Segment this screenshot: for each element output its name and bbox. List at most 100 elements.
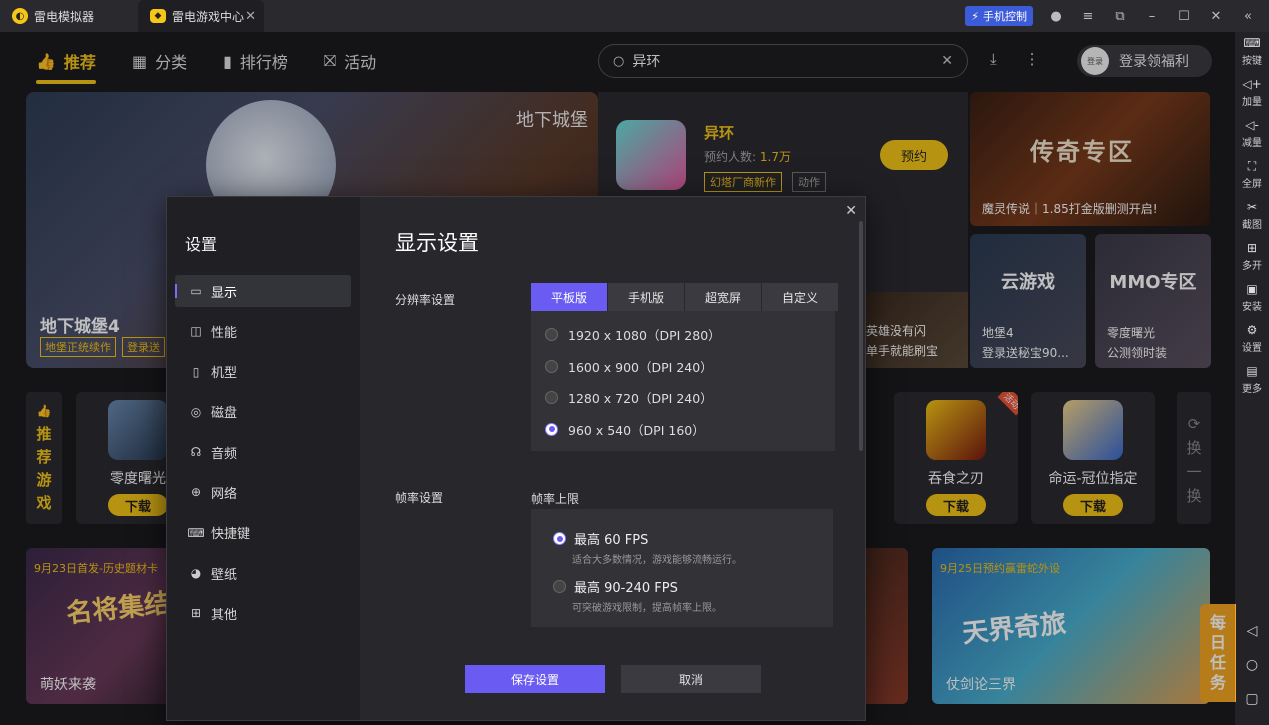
radio-button[interactable] bbox=[553, 580, 566, 593]
audio-icon: ☊ bbox=[190, 445, 202, 460]
scissors-icon: ✂ bbox=[1246, 200, 1258, 214]
page-title: 显示设置 bbox=[395, 231, 479, 255]
menu-item-performance[interactable]: ◫ 性能 bbox=[175, 315, 351, 347]
toolbar-label: 安装 bbox=[1242, 302, 1262, 313]
toolbar-volume-up[interactable]: ◁+ 加量 bbox=[1242, 77, 1262, 108]
settings-sidebar: 设置 ▭ 显示 ◫ 性能 ▯ 机型 ◎ 磁盘 ☊ 音频 ⊕ 网络 ⌨ 快捷键 ◕ 壁纸 ⊞ 其他 bbox=[167, 197, 360, 720]
close-icon[interactable]: ✕ bbox=[845, 203, 857, 219]
tab-emulator-label: 雷电模拟器 bbox=[34, 9, 95, 24]
tab-tablet[interactable]: 平板版 bbox=[531, 283, 607, 311]
tab-phone[interactable]: 手机版 bbox=[608, 283, 684, 311]
radio-button[interactable] bbox=[545, 391, 558, 405]
menu-item-shortcuts[interactable]: ⌨ 快捷键 bbox=[175, 517, 351, 549]
menu-label: 磁盘 bbox=[211, 406, 238, 422]
menu-item-audio[interactable]: ☊ 音频 bbox=[175, 436, 351, 468]
more-icon: ▤ bbox=[1246, 364, 1258, 378]
tab-game-center[interactable]: ◆ 雷电游戏中心 ✕ bbox=[138, 0, 264, 32]
radio-button-selected[interactable] bbox=[553, 532, 566, 545]
toolbar-volume-down[interactable]: ◁- 减量 bbox=[1242, 118, 1262, 149]
minimize-icon[interactable]: – bbox=[1143, 9, 1161, 24]
menu-item-network[interactable]: ⊕ 网络 bbox=[175, 476, 351, 508]
tab-emulator[interactable]: ◐ 雷电模拟器 bbox=[0, 0, 138, 32]
resolution-option[interactable]: 1920 x 1080（DPI 280） bbox=[531, 319, 835, 351]
toolbar-label: 更多 bbox=[1242, 384, 1262, 395]
recents-icon[interactable]: ▢ bbox=[1245, 691, 1258, 707]
window-controls: ⚡ 手机控制 ● ≡ ⧉ – ☐ ✕ « bbox=[965, 0, 1269, 32]
maximize-icon[interactable]: ☐ bbox=[1175, 9, 1193, 24]
radio-button[interactable] bbox=[545, 359, 558, 373]
toolbar-multi[interactable]: ⊞ 多开 bbox=[1242, 241, 1262, 272]
disk-icon: ◎ bbox=[190, 404, 202, 419]
dialog-scrollbar[interactable] bbox=[859, 221, 863, 451]
keyboard-icon: ⌨ bbox=[187, 525, 205, 540]
resolution-option[interactable]: 1600 x 900（DPI 240） bbox=[531, 351, 835, 383]
user-icon[interactable]: ● bbox=[1047, 9, 1065, 24]
menu-item-display[interactable]: ▭ 显示 bbox=[175, 275, 351, 307]
menu-item-model[interactable]: ▯ 机型 bbox=[175, 356, 351, 388]
volume-up-icon: ◁+ bbox=[1242, 77, 1262, 91]
home-icon[interactable]: ○ bbox=[1246, 657, 1258, 673]
menu-label: 机型 bbox=[211, 366, 238, 382]
fps-option[interactable]: 最高 90-240 FPS bbox=[553, 577, 678, 596]
restore-window-icon[interactable]: ⧉ bbox=[1111, 9, 1129, 24]
menu-label: 显示 bbox=[211, 285, 238, 301]
gear-icon: ⚙ bbox=[1246, 323, 1258, 337]
menu-label: 性能 bbox=[211, 325, 238, 341]
palette-icon: ◕ bbox=[190, 566, 202, 581]
tab-ultrawide[interactable]: 超宽屏 bbox=[685, 283, 761, 311]
tab-close-icon[interactable]: ✕ bbox=[245, 9, 256, 24]
menu-item-disk[interactable]: ◎ 磁盘 bbox=[175, 396, 351, 428]
toolbar-label: 按键 bbox=[1242, 56, 1262, 67]
keyboard-icon: ⌨ bbox=[1243, 36, 1261, 50]
menu-label: 壁纸 bbox=[211, 567, 238, 583]
toolbar-screenshot[interactable]: ✂ 截图 bbox=[1242, 200, 1262, 231]
settings-menu: ▭ 显示 ◫ 性能 ▯ 机型 ◎ 磁盘 ☊ 音频 ⊕ 网络 ⌨ 快捷键 ◕ 壁纸 ⊞ 其他 bbox=[175, 275, 351, 638]
toolbar-label: 减量 bbox=[1242, 138, 1262, 149]
fps-limit-label: 帧率上限 bbox=[531, 492, 580, 506]
back-icon[interactable]: ◁ bbox=[1247, 623, 1258, 639]
close-window-icon[interactable]: ✕ bbox=[1207, 9, 1225, 24]
toolbar-install[interactable]: ▣ 安装 bbox=[1242, 282, 1262, 313]
toolbar-settings[interactable]: ⚙ 设置 bbox=[1242, 323, 1262, 354]
gamepad-icon: ◆ bbox=[150, 9, 166, 23]
toolbar-label: 截图 bbox=[1242, 220, 1262, 231]
resolution-tabs: 平板版 手机版 超宽屏 自定义 bbox=[531, 283, 839, 311]
fps-option[interactable]: 最高 60 FPS bbox=[553, 529, 648, 548]
menu-item-other[interactable]: ⊞ 其他 bbox=[175, 597, 351, 629]
fps-text: 最高 90-240 FPS bbox=[574, 581, 678, 596]
tab-custom[interactable]: 自定义 bbox=[762, 283, 838, 311]
resolution-option[interactable]: 960 x 540（DPI 160） bbox=[531, 414, 835, 446]
volume-down-icon: ◁- bbox=[1245, 118, 1259, 132]
menu-item-wallpaper[interactable]: ◕ 壁纸 bbox=[175, 557, 351, 589]
toolbar-label: 加量 bbox=[1242, 97, 1262, 108]
fps-options: 最高 60 FPS 适合大多数情况，游戏能够流畅运行。 最高 90-240 FP… bbox=[531, 509, 833, 627]
menu-label: 网络 bbox=[211, 486, 238, 502]
toolbar-label: 设置 bbox=[1242, 343, 1262, 354]
radio-button[interactable] bbox=[545, 328, 558, 342]
fps-description: 可突破游戏限制，提高帧率上限。 bbox=[572, 603, 722, 614]
menu-icon[interactable]: ≡ bbox=[1079, 9, 1097, 24]
fps-text: 最高 60 FPS bbox=[574, 533, 649, 548]
fps-section-label: 帧率设置 bbox=[395, 491, 444, 505]
phone-control-button[interactable]: ⚡ 手机控制 bbox=[965, 6, 1033, 26]
resolution-option[interactable]: 1280 x 720（DPI 240） bbox=[531, 382, 835, 414]
lightning-icon: ⚡ bbox=[971, 9, 979, 23]
toolbar-more[interactable]: ▤ 更多 bbox=[1242, 364, 1262, 395]
title-bar: ◐ 雷电模拟器 ◆ 雷电游戏中心 ✕ ⚡ 手机控制 ● ≡ ⧉ – ☐ ✕ « bbox=[0, 0, 1269, 32]
phone-control-label: 手机控制 bbox=[983, 10, 1027, 23]
radio-button-selected[interactable] bbox=[545, 422, 558, 436]
resolution-options: 1920 x 1080（DPI 280） 1600 x 900（DPI 240）… bbox=[531, 311, 835, 451]
resolution-text: 960 x 540（DPI 160） bbox=[568, 422, 705, 438]
tab-game-center-label: 雷电游戏中心 bbox=[172, 9, 245, 24]
multi-instance-icon: ⊞ bbox=[1246, 241, 1258, 255]
toolbar-label: 全屏 bbox=[1242, 179, 1262, 190]
cancel-button[interactable]: 取消 bbox=[621, 665, 761, 693]
settings-panel-title: 设置 bbox=[185, 235, 218, 254]
save-button[interactable]: 保存设置 bbox=[465, 665, 605, 693]
collapse-sidebar-icon[interactable]: « bbox=[1239, 9, 1257, 24]
toolbar-keyboard[interactable]: ⌨ 按键 bbox=[1242, 36, 1262, 67]
right-toolbar: ⌨ 按键 ◁+ 加量 ◁- 减量 ⛶ 全屏 ✂ 截图 ⊞ 多开 ▣ 安装 ⚙ 设置 ▤ 更多 ◁ … bbox=[1235, 32, 1269, 725]
apk-icon: ▣ bbox=[1246, 282, 1258, 296]
toolbar-fullscreen[interactable]: ⛶ 全屏 bbox=[1242, 159, 1262, 190]
menu-label: 快捷键 bbox=[211, 527, 251, 543]
